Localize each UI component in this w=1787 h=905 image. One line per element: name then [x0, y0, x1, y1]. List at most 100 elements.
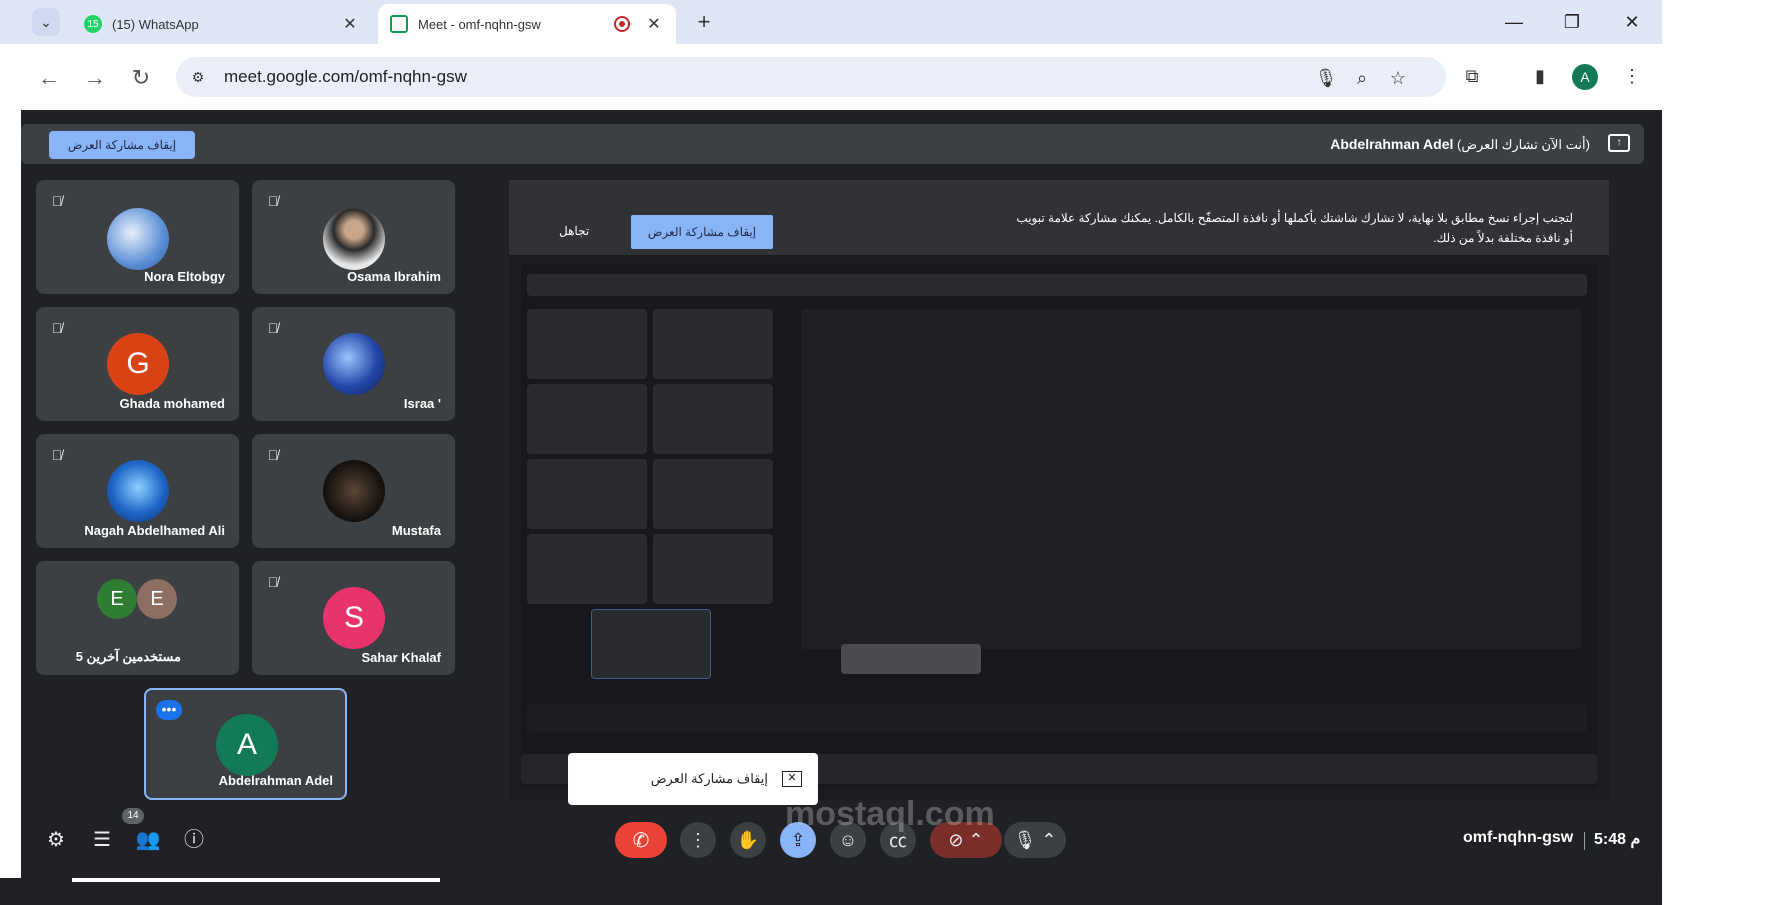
participant-name: Ghada mohamed [119, 396, 225, 411]
shared-screen-preview: لتجنب إجراء نسخ مطابق بلا نهاية، لا تشار… [509, 180, 1609, 800]
leave-call-button[interactable]: ✆ [615, 822, 667, 858]
preview-tile [591, 609, 711, 679]
stop-presenting-button[interactable]: إيقاف مشاركة العرض [49, 131, 195, 159]
profile-avatar[interactable]: A [1572, 64, 1598, 90]
minimize-icon[interactable]: — [1494, 6, 1534, 38]
participant-tile[interactable]: 🎙̸ G Ghada mohamed [36, 307, 239, 421]
whatsapp-icon: 15 [84, 15, 102, 33]
presenting-bar: إيقاف مشاركة العرض Abdelrahman Adel (أنت… [21, 124, 1644, 164]
close-icon[interactable]: ✕ [782, 771, 802, 787]
mic-off-icon: 🎙̸ [51, 193, 63, 209]
participant-name: 5 مستخدمين آخرين [75, 649, 181, 664]
tab-title: Meet - omf-nqhn-gsw [418, 16, 541, 32]
participant-name: Sahar Khalaf [361, 650, 441, 665]
stop-presenting-popup[interactable]: إيقاف مشاركة العرض ✕ [568, 753, 818, 805]
preview-bottom-bar [527, 704, 1587, 732]
participant-tile[interactable]: 🎙̸ Mustafa [252, 434, 455, 548]
preview-tile [653, 384, 773, 454]
participant-tile[interactable]: 🎙̸ Israa ' [252, 307, 455, 421]
bookmark-star-icon[interactable]: ☆ [1386, 66, 1410, 90]
avatar [107, 460, 169, 522]
meeting-time: 5:48 م [1594, 831, 1641, 848]
participant-name: Nora Eltobgy [144, 269, 225, 284]
presenting-note: (أنت الآن تشارك العرض) [1457, 137, 1590, 152]
people-count-badge: 14 [122, 808, 144, 824]
present-screen-icon: ↑ [1608, 134, 1630, 152]
preview-presenting-bar [527, 274, 1587, 296]
video-progress-bar [72, 878, 440, 882]
tab-search-icon[interactable]: ⌄ [32, 8, 60, 36]
reload-icon[interactable]: ↻ [125, 62, 157, 94]
participant-name: Israa ' [403, 396, 441, 411]
forward-icon[interactable]: → [79, 62, 111, 94]
avatar: E [137, 579, 177, 619]
new-tab-button[interactable]: + [690, 8, 718, 36]
mic-off-icon: 🎙̸ [267, 447, 279, 463]
preview-tile [527, 534, 647, 604]
close-window-icon[interactable]: ✕ [1612, 6, 1652, 38]
preview-tile [653, 534, 773, 604]
people-icon[interactable]: 👥 [128, 820, 168, 860]
tab-bar: ⌄ 15 (15) WhatsApp ✕ Meet - omf-nqhn-gsw… [0, 0, 1662, 44]
avatar: G [107, 333, 169, 395]
preview-tile [653, 309, 773, 379]
preview-recursive-screen [521, 264, 1597, 789]
participant-name: Osama Ibrahim [347, 269, 441, 284]
participant-name: Abdelrahman Adel [218, 773, 333, 788]
mic-off-icon: 🎙̸ [51, 447, 63, 463]
avatar [323, 460, 385, 522]
preview-tile [527, 309, 647, 379]
divider [1584, 832, 1585, 850]
participant-tile[interactable]: 🎙̸ Osama Ibrahim [252, 180, 455, 294]
more-options-icon[interactable]: ⋮ [680, 822, 716, 858]
mirror-warning: لتجنب إجراء نسخ مطابق بلا نهاية، لا تشار… [1016, 211, 1573, 245]
preview-popup [841, 644, 981, 674]
tab-title: (15) WhatsApp [112, 16, 199, 32]
other-participants-tile[interactable]: E E 5 مستخدمين آخرين [36, 561, 239, 675]
side-panel-icon[interactable]: ▮ [1526, 62, 1554, 90]
close-tab-icon[interactable]: ✕ [340, 14, 360, 34]
screen-bottom-edge [0, 878, 1787, 905]
site-info-icon[interactable]: ⚙ [186, 69, 210, 86]
meeting-info-icon[interactable]: ⓘ [174, 820, 214, 860]
meeting-code: omf-nqhn-gsw [1463, 829, 1574, 846]
microphone-button[interactable]: 🎙 ⌃ [1004, 822, 1066, 858]
avatar: A [216, 714, 278, 776]
page-margin [1662, 0, 1787, 905]
extensions-icon[interactable]: ⧉ [1458, 62, 1486, 90]
preview-tile [653, 459, 773, 529]
popup-label: إيقاف مشاركة العرض [650, 771, 768, 786]
avatar [323, 208, 385, 270]
restore-icon[interactable]: ❐ [1552, 6, 1592, 38]
microphone-icon[interactable]: 🎙 [1314, 66, 1338, 90]
presenting-status: Abdelrahman Adel (أنت الآن تشارك العرض) [1330, 136, 1590, 153]
notice-ignore-button[interactable]: تجاهل [559, 224, 589, 238]
avatar [323, 333, 385, 395]
address-bar[interactable]: ⚙ meet.google.com/omf-nqhn-gsw 🎙 ⌕ ☆ [176, 57, 1446, 97]
participant-name: Mustafa [391, 523, 441, 538]
mic-off-icon: 🎙̸ [267, 320, 279, 336]
watermark: mostaql.com [785, 795, 995, 833]
browser-menu-icon[interactable]: ⋮ [1618, 62, 1646, 90]
more-options-icon[interactable]: ••• [156, 700, 182, 720]
raise-hand-icon[interactable]: ✋ [730, 822, 766, 858]
tab-meet[interactable]: Meet - omf-nqhn-gsw ✕ [378, 4, 676, 44]
tab-whatsapp[interactable]: 15 (15) WhatsApp ✕ [72, 4, 372, 44]
notice-stop-presenting-button[interactable]: إيقاف مشاركة العرض [631, 215, 773, 249]
mic-off-icon: 🎙̸ [267, 574, 279, 590]
participant-tile[interactable]: 🎙̸ S Sahar Khalaf [252, 561, 455, 675]
browser-toolbar: ← → ↻ ⚙ meet.google.com/omf-nqhn-gsw 🎙 ⌕… [0, 44, 1662, 110]
preview-nested-screen [801, 309, 1581, 649]
zoom-icon[interactable]: ⌕ [1350, 66, 1374, 90]
browser-chrome: ⌄ 15 (15) WhatsApp ✕ Meet - omf-nqhn-gsw… [0, 0, 1662, 110]
close-tab-icon[interactable]: ✕ [644, 14, 664, 34]
back-icon[interactable]: ← [33, 62, 65, 94]
participant-tile[interactable]: 🎙̸ Nora Eltobgy [36, 180, 239, 294]
self-tile[interactable]: ••• A Abdelrahman Adel [144, 688, 347, 800]
screen: ⌄ 15 (15) WhatsApp ✕ Meet - omf-nqhn-gsw… [0, 0, 1787, 905]
recording-icon [614, 16, 630, 32]
participant-tile[interactable]: 🎙̸ Nagah Abdelhamed Ali [36, 434, 239, 548]
avatar: S [323, 587, 385, 649]
activities-icon[interactable]: ⚙ [36, 820, 76, 860]
chat-icon[interactable]: ☰ [82, 820, 122, 860]
